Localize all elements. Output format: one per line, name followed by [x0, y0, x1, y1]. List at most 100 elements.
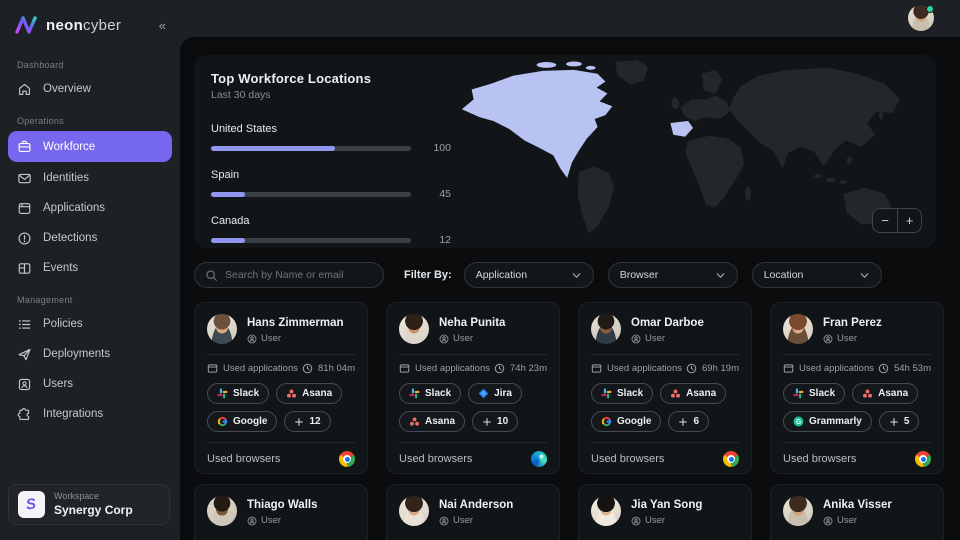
- more-apps-chip[interactable]: 5: [879, 411, 920, 432]
- search-input[interactable]: [225, 269, 373, 281]
- user-card[interactable]: Thiago Walls User: [194, 484, 368, 540]
- app-chip-google[interactable]: Google: [591, 411, 661, 432]
- user-card[interactable]: Jia Yan Song User: [578, 484, 752, 540]
- user-role: User: [645, 333, 665, 344]
- chevron-down-icon: [571, 270, 582, 281]
- filter-row: Filter By: Application Browser Location: [194, 262, 960, 288]
- bar-label: United States: [211, 123, 467, 135]
- brand: neoncyber «: [0, 0, 180, 47]
- app-chip-asana[interactable]: Asana: [399, 411, 465, 432]
- usage-time: 54h 53m: [894, 363, 931, 374]
- alert-circle-icon: [17, 231, 32, 246]
- app-chip-jira[interactable]: Jira: [468, 383, 522, 404]
- app-chip-asana[interactable]: Asana: [660, 383, 726, 404]
- app-chip-slack[interactable]: Slack: [207, 383, 269, 404]
- workspace-name: Synergy Corp: [54, 503, 133, 518]
- more-apps-chip[interactable]: 10: [472, 411, 518, 432]
- app-window-icon: [17, 201, 32, 216]
- map-region-south-america: [578, 166, 614, 233]
- app-chip-grammarly[interactable]: GGrammarly: [783, 411, 872, 432]
- app-chip-slack[interactable]: Slack: [399, 383, 461, 404]
- user-circle-icon: [247, 516, 257, 526]
- user-name: Hans Zimmerman: [247, 314, 344, 329]
- main-content: Top Workforce Locations Last 30 days Uni…: [180, 37, 960, 540]
- plus-icon: [482, 417, 492, 427]
- user-card[interactable]: Omar Darboe User Used applications 69h 1…: [578, 302, 752, 474]
- usage-time: 74h 23m: [510, 363, 547, 374]
- app-chip-slack[interactable]: Slack: [783, 383, 845, 404]
- sidebar-item-label: Deployments: [43, 348, 110, 360]
- user-card[interactable]: Nai Anderson User: [386, 484, 560, 540]
- zoom-out-button[interactable]: −: [873, 209, 897, 232]
- clock-icon: [494, 363, 505, 374]
- clock-icon: [878, 363, 889, 374]
- used-applications-label: Used applications: [415, 363, 490, 374]
- map-region-uk: [671, 97, 679, 109]
- section-label-operations: Operations: [17, 116, 180, 126]
- usage-time: 69h 19m: [702, 363, 739, 374]
- world-map[interactable]: − +: [452, 57, 934, 246]
- list-icon: [17, 317, 32, 332]
- dropdown-value: Application: [476, 269, 527, 281]
- avatar: [399, 314, 429, 344]
- svg-text:G: G: [796, 419, 801, 426]
- sidebar-item-identities[interactable]: Identities: [8, 164, 172, 192]
- sidebar-item-label: Identities: [43, 172, 89, 184]
- section-label-management: Management: [17, 295, 180, 305]
- dropdown-value: Location: [764, 269, 804, 281]
- collapse-sidebar-icon[interactable]: «: [157, 18, 168, 33]
- send-icon: [17, 347, 32, 362]
- sidebar-item-deployments[interactable]: Deployments: [8, 340, 172, 368]
- sidebar-item-detections[interactable]: Detections: [8, 224, 172, 252]
- sidebar-item-policies[interactable]: Policies: [8, 310, 172, 338]
- plus-icon: [294, 417, 304, 427]
- workspace-label: Workspace: [54, 491, 133, 502]
- app-chip-google[interactable]: Google: [207, 411, 277, 432]
- more-apps-chip[interactable]: 6: [668, 411, 709, 432]
- user-card[interactable]: Anika Visser User: [770, 484, 944, 540]
- user-name: Omar Darboe: [631, 314, 704, 329]
- filter-dropdown-application[interactable]: Application: [464, 262, 594, 288]
- bar-label: Canada: [211, 215, 467, 227]
- sidebar-item-label: Detections: [43, 232, 97, 244]
- top-workforce-locations-card: Top Workforce Locations Last 30 days Uni…: [194, 55, 936, 248]
- sidebar-item-events[interactable]: Events: [8, 254, 172, 282]
- user-circle-icon: [439, 334, 449, 344]
- filter-dropdown-browser[interactable]: Browser: [608, 262, 738, 288]
- bar-row: United States 100: [211, 123, 467, 154]
- filter-by-label: Filter By:: [404, 269, 452, 281]
- jira-icon: [478, 388, 489, 399]
- app-chip-asana[interactable]: Asana: [276, 383, 342, 404]
- sidebar-item-users[interactable]: Users: [8, 370, 172, 398]
- sidebar-item-overview[interactable]: Overview: [8, 75, 172, 103]
- edge-icon: [531, 451, 547, 467]
- app-chip-asana[interactable]: Asana: [852, 383, 918, 404]
- sidebar-item-integrations[interactable]: Integrations: [8, 400, 172, 428]
- more-apps-chip[interactable]: 12: [284, 411, 330, 432]
- user-card[interactable]: Neha Punita User Used applications 74h 2…: [386, 302, 560, 474]
- user-card[interactable]: Hans Zimmerman User Used applications 81…: [194, 302, 368, 474]
- sidebar-item-workforce[interactable]: Workforce: [8, 131, 172, 162]
- user-role: User: [837, 333, 857, 344]
- bar-track: [211, 146, 411, 151]
- workspace-switcher[interactable]: S Workspace Synergy Corp: [8, 484, 170, 525]
- search-input-wrap[interactable]: [194, 262, 384, 288]
- kanban-icon: [17, 261, 32, 276]
- window-icon: [207, 363, 218, 374]
- avatar: [908, 5, 934, 31]
- sidebar: neoncyber « Dashboard Overview Operation…: [0, 0, 180, 540]
- sidebar-item-applications[interactable]: Applications: [8, 194, 172, 222]
- app-chip-slack[interactable]: Slack: [591, 383, 653, 404]
- user-card[interactable]: Fran Perez User Used applications 54h 53…: [770, 302, 944, 474]
- zoom-in-button[interactable]: +: [897, 209, 921, 232]
- bar-row: Canada 12: [211, 215, 467, 246]
- sidebar-item-label: Policies: [43, 318, 83, 330]
- map-region-north-america: [462, 70, 613, 178]
- sidebar-item-label: Workforce: [43, 141, 95, 153]
- chrome-icon: [723, 451, 739, 467]
- filter-dropdown-location[interactable]: Location: [752, 262, 882, 288]
- grammarly-icon: G: [793, 416, 804, 427]
- user-name: Jia Yan Song: [631, 496, 702, 511]
- sidebar-item-label: Events: [43, 262, 78, 274]
- user-menu-avatar[interactable]: [908, 5, 934, 31]
